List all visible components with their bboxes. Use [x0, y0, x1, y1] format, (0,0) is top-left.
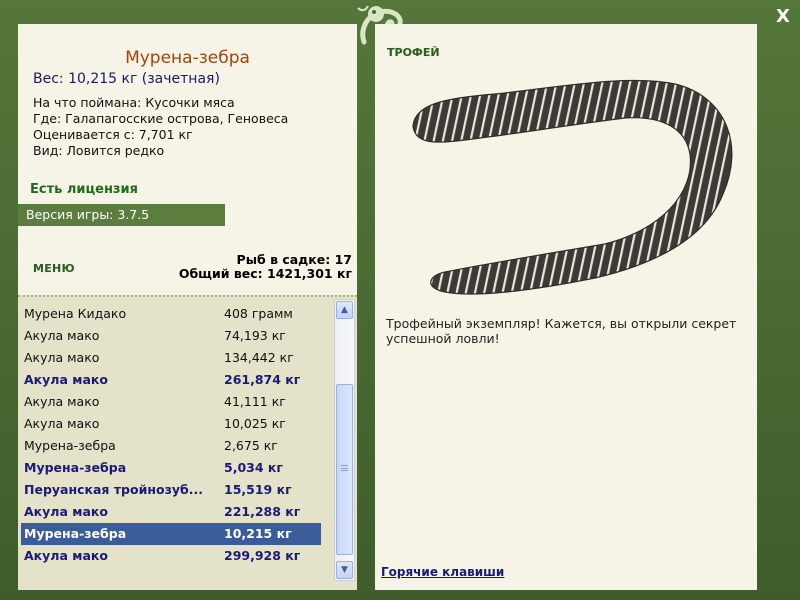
catch-list-row[interactable]: Акула мако 74,193 кг — [18, 325, 321, 347]
catch-fish-name: Перуанская тройнозуб... — [24, 482, 203, 497]
window-frame: X Мурена-зебра Вес: 10,215 кг (зачетная)… — [0, 0, 800, 600]
catch-list-row[interactable]: Акула мако 134,442 кг — [18, 347, 321, 369]
hotkeys-link[interactable]: Горячие клавиши — [381, 565, 504, 579]
catch-fish-weight: 221,288 кг — [224, 504, 301, 519]
catch-fish-weight: 74,193 кг — [224, 328, 286, 343]
catch-list-row[interactable]: Акула мако 299,928 кг — [18, 545, 321, 567]
catch-fish-name: Акула мако — [24, 350, 100, 365]
catch-list-row[interactable]: Акула мако 10,025 кг — [18, 413, 321, 435]
catch-fish-name: Мурена-зебра — [24, 460, 127, 475]
catch-fish-weight: 15,519 кг — [224, 482, 292, 497]
catch-fish-weight: 261,874 кг — [224, 372, 301, 387]
scroll-thumb[interactable] — [336, 384, 353, 555]
catch-fish-name: Акула мако — [24, 504, 108, 519]
catch-fish-weight: 5,034 кг — [224, 460, 283, 475]
catch-fish-weight: 134,442 кг — [224, 350, 294, 365]
total-weight: Общий вес: 1421,301 кг — [178, 266, 352, 281]
catch-fish-name: Акула мако — [24, 548, 108, 563]
fish-weight: Вес: 10,215 кг (зачетная) — [33, 71, 220, 87]
game-version: Версия игры: 3.7.5 — [18, 204, 225, 226]
catch-list-row[interactable]: Акула мако 261,874 кг — [18, 369, 321, 391]
catch-fish-name: Мурена-зебра — [24, 526, 127, 541]
fish-info-panel: Мурена-зебра Вес: 10,215 кг (зачетная) Н… — [18, 24, 357, 590]
catch-list-row[interactable]: Мурена-зебра 5,034 кг — [18, 457, 321, 479]
catch-list-row[interactable]: Мурена Кидако 408 грамм — [18, 303, 321, 325]
catch-list-row[interactable]: Мурена-зебра 10,215 кг — [21, 523, 321, 545]
catch-list-scrollbar[interactable]: ▲ ▼ — [334, 299, 355, 581]
catch-fish-name: Акула мако — [24, 372, 108, 387]
fish-score: Оценивается с: 7,701 кг — [33, 127, 193, 142]
catch-list-row[interactable]: Мурена-зебра 2,675 кг — [18, 435, 321, 457]
scroll-down-arrow-icon[interactable]: ▼ — [336, 561, 353, 579]
catch-list[interactable]: Мурена Кидако 408 грамм Акула мако 74,193 к… — [18, 303, 321, 567]
catch-fish-name: Акула мако — [24, 328, 100, 343]
catch-fish-name: Мурена Кидако — [24, 306, 127, 321]
scroll-up-arrow-icon[interactable]: ▲ — [336, 301, 353, 319]
catch-list-row[interactable]: Акула мако 41,111 кг — [18, 391, 321, 413]
catch-fish-weight: 408 грамм — [224, 306, 293, 321]
catch-list-row[interactable]: Акула мако 221,288 кг — [18, 501, 321, 523]
catch-fish-name: Акула мако — [24, 394, 100, 409]
catch-fish-weight: 10,215 кг — [224, 526, 292, 541]
zebra-moray-eel-image — [412, 79, 733, 295]
fish-title: Мурена-зебра — [125, 48, 250, 68]
catch-fish-weight: 10,025 кг — [224, 416, 286, 431]
fish-rarity: Вид: Ловится редко — [33, 143, 165, 158]
trophy-panel: ТРОФЕЙ Трофейный экземпляр! Кажется, вы … — [375, 24, 757, 590]
trophy-description: Трофейный экземпляр! Кажется, вы открыли… — [386, 316, 737, 346]
fish-count: Рыб в садке: 17 — [236, 252, 352, 267]
menu-button[interactable]: МЕНЮ — [33, 262, 75, 275]
close-button[interactable]: X — [772, 6, 794, 28]
catch-list-row[interactable]: Перуанская тройнозуб... 15,519 кг — [18, 479, 321, 501]
catch-fish-weight: 2,675 кг — [224, 438, 278, 453]
catch-list-area: Мурена Кидако 408 грамм Акула мако 74,193 к… — [18, 295, 357, 590]
fish-location: Где: Галапагосские острова, Геновеса — [33, 111, 289, 126]
catch-fish-weight: 41,111 кг — [224, 394, 286, 409]
catch-fish-weight: 299,928 кг — [224, 548, 301, 563]
catch-fish-name: Мурена-зебра — [24, 438, 116, 453]
fish-bait: На что поймана: Кусочки мяса — [33, 95, 235, 110]
catch-fish-name: Акула мако — [24, 416, 100, 431]
scroll-grip-icon — [341, 465, 348, 471]
license-status: Есть лицензия — [30, 182, 138, 197]
